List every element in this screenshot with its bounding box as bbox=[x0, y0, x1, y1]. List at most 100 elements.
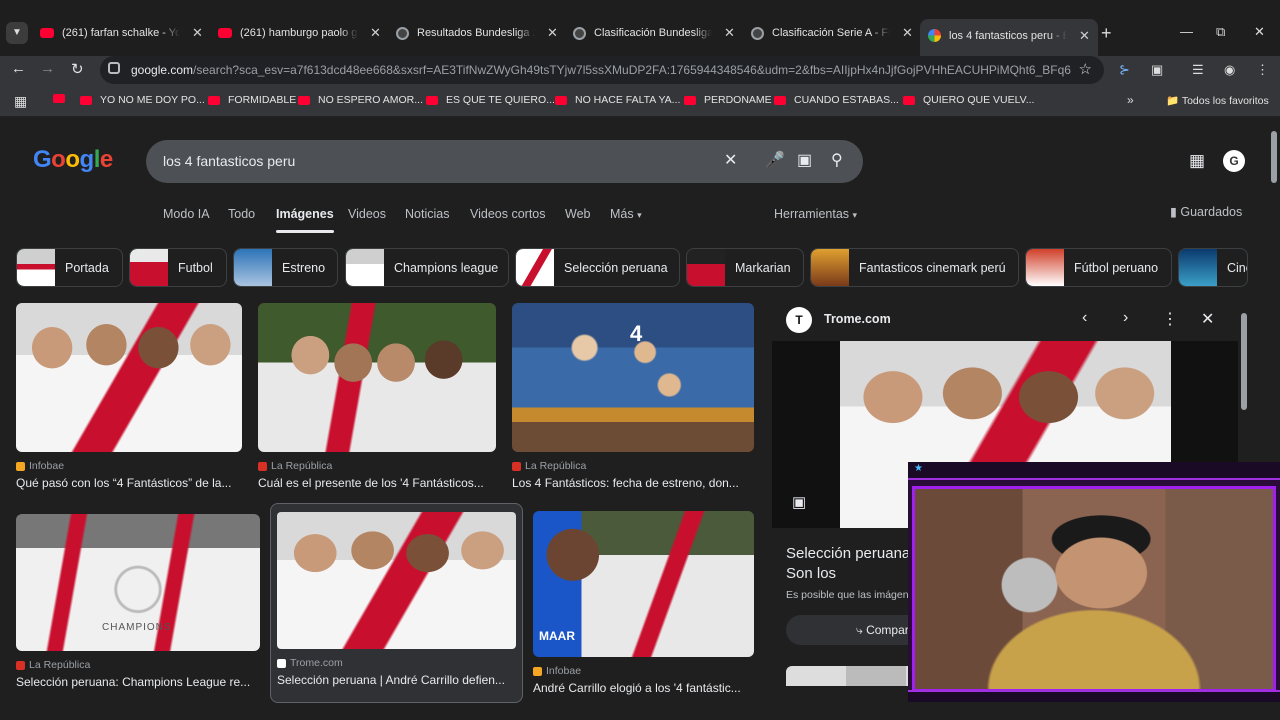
result-image[interactable] bbox=[277, 512, 516, 649]
result-caption[interactable]: André Carrillo elogió a los '4 fantástic… bbox=[533, 681, 754, 695]
page-scrollbar[interactable] bbox=[1271, 131, 1277, 183]
browser-tab[interactable]: (261) farfan schalke - YouTube ✕ bbox=[40, 22, 203, 44]
close-tab-icon[interactable]: ✕ bbox=[192, 25, 203, 41]
restore-button[interactable]: ⧉ bbox=[1216, 24, 1225, 40]
tab-videos[interactable]: Videos bbox=[348, 207, 386, 221]
result-caption[interactable]: Selección peruana | André Carrillo defie… bbox=[277, 673, 516, 687]
filter-chip[interactable]: Portada bbox=[16, 248, 123, 287]
avatar[interactable]: G bbox=[1223, 150, 1245, 172]
back-icon[interactable]: ← bbox=[11, 60, 26, 77]
tab-imagenes[interactable]: Imágenes bbox=[276, 207, 334, 233]
image-result[interactable]: MAAR Infobae André Carrillo elogió a los… bbox=[533, 511, 754, 695]
chevron-right-icon[interactable]: › bbox=[1123, 309, 1128, 327]
browser-tab-active[interactable]: los 4 fantasticos peru - Buscar ✕ bbox=[920, 19, 1098, 56]
close-icon[interactable]: ✕ bbox=[1201, 309, 1214, 329]
new-tab-button[interactable]: + bbox=[1101, 23, 1112, 44]
tab-web[interactable]: Web bbox=[565, 207, 590, 221]
result-caption[interactable]: Los 4 Fantásticos: fecha de estreno, don… bbox=[512, 476, 754, 490]
youtube-icon bbox=[426, 95, 438, 105]
reload-icon[interactable]: ↻ bbox=[71, 60, 84, 78]
close-tab-icon[interactable]: ✕ bbox=[902, 25, 913, 41]
forward-icon[interactable]: → bbox=[40, 60, 55, 77]
image-result[interactable]: Infobae Qué pasó con los “4 Fantásticos”… bbox=[16, 303, 242, 490]
google-logo[interactable]: Google bbox=[33, 146, 113, 174]
result-caption[interactable]: Qué pasó con los “4 Fantásticos” de la..… bbox=[16, 476, 242, 490]
lens-search-icon[interactable]: ▣ bbox=[792, 493, 806, 511]
bookmark-star-icon[interactable]: ☆ bbox=[1079, 60, 1092, 78]
close-tab-icon[interactable]: ✕ bbox=[724, 25, 735, 41]
search-input[interactable]: los 4 fantasticos peru bbox=[163, 153, 295, 169]
media-controls-icon[interactable]: ☰ bbox=[1192, 62, 1204, 78]
filter-chip[interactable]: Selección peruana bbox=[515, 248, 680, 287]
site-icon bbox=[396, 26, 409, 40]
menu-icon[interactable]: ⋮ bbox=[1256, 62, 1269, 78]
tab-search-button[interactable]: ▼ bbox=[6, 22, 28, 44]
search-box[interactable]: los 4 fantasticos peru ✕ 🎤 ▣ ⚲ bbox=[146, 140, 863, 183]
result-image[interactable] bbox=[258, 303, 496, 452]
result-image[interactable]: 4 bbox=[512, 303, 754, 452]
saved-button[interactable]: ▮ Guardados bbox=[1170, 204, 1242, 219]
filter-chip[interactable]: Futbol bbox=[129, 248, 227, 287]
media-icon[interactable]: ⊱ bbox=[1119, 62, 1130, 78]
image-result-selected[interactable]: Trome.com Selección peruana | André Carr… bbox=[270, 503, 523, 703]
trome-logo[interactable]: T bbox=[786, 307, 812, 333]
bookmark-item[interactable]: CUANDO ESTABAS... bbox=[774, 94, 899, 106]
filter-chip[interactable]: Cine bbox=[1178, 248, 1248, 287]
image-result[interactable]: La República Cuál es el presente de los … bbox=[258, 303, 496, 490]
result-caption[interactable]: Selección peruana: Champions League re..… bbox=[16, 675, 260, 689]
bookmark-youtube[interactable] bbox=[53, 94, 73, 103]
panel-scrollbar[interactable] bbox=[1241, 313, 1247, 410]
filter-chip[interactable]: Champions league bbox=[345, 248, 509, 287]
tab-noticias[interactable]: Noticias bbox=[405, 207, 449, 221]
all-bookmarks[interactable]: 📁 Todos los favoritos bbox=[1166, 94, 1269, 107]
bookmark-item[interactable]: NO HACE FALTA YA... bbox=[555, 94, 680, 106]
chip-thumbnail bbox=[17, 249, 55, 286]
image-result[interactable]: 4 La República Los 4 Fantásticos: fecha … bbox=[512, 303, 754, 490]
result-image[interactable]: CHAMPIONS bbox=[16, 514, 260, 651]
panel-source[interactable]: Trome.com bbox=[824, 312, 891, 326]
bookmark-item[interactable]: PERDONAME bbox=[684, 94, 772, 106]
bookmark-item[interactable]: QUIERO QUE VUELV... bbox=[903, 94, 1034, 106]
browser-tab[interactable]: Clasificación Bundesliga - Fútbol ✕ bbox=[573, 22, 735, 44]
tab-videos-cortos[interactable]: Videos cortos bbox=[470, 207, 546, 221]
browser-tab[interactable]: Clasificación Serie A - Fútbol ✕ bbox=[751, 22, 913, 44]
url-text[interactable]: google.com/search?sca_esv=a7f613dcd48ee6… bbox=[131, 63, 1071, 77]
address-bar[interactable]: google.com/search?sca_esv=a7f613dcd48ee6… bbox=[100, 56, 1104, 84]
close-tab-icon[interactable]: ✕ bbox=[1079, 28, 1090, 44]
browser-tab[interactable]: Resultados Bundesliga 2025 ✕ bbox=[396, 22, 558, 44]
result-caption[interactable]: Cuál es el presente de los '4 Fantástico… bbox=[258, 476, 496, 490]
image-result[interactable]: CHAMPIONS La República Selección peruana… bbox=[16, 514, 260, 689]
filter-chip[interactable]: Estreno bbox=[233, 248, 338, 287]
chevron-left-icon[interactable]: ‹ bbox=[1082, 309, 1087, 327]
search-icon[interactable]: ⚲ bbox=[831, 150, 843, 170]
apps-grid-icon[interactable]: ▦ bbox=[14, 93, 27, 110]
bookmark-item[interactable]: FORMIDABLE bbox=[208, 94, 296, 106]
extensions-icon[interactable]: ▣ bbox=[1151, 62, 1163, 78]
google-apps-icon[interactable]: ▦ bbox=[1189, 151, 1205, 171]
clear-icon[interactable]: ✕ bbox=[724, 150, 737, 170]
tab-modo-ia[interactable]: Modo IA bbox=[163, 207, 210, 221]
result-image[interactable]: MAAR bbox=[533, 511, 754, 657]
bookmark-item[interactable]: ES QUE TE QUIERO... bbox=[426, 94, 555, 106]
bookmark-item[interactable]: NO ESPERO AMOR... bbox=[298, 94, 423, 106]
profile-icon[interactable]: ◉ bbox=[1224, 62, 1235, 78]
tools-button[interactable]: Herramientas ▾ bbox=[774, 207, 857, 221]
microphone-icon[interactable]: 🎤 bbox=[765, 150, 785, 170]
tab-todo[interactable]: Todo bbox=[228, 207, 255, 221]
browser-tab[interactable]: (261) hamburgo paolo guerrero ✕ bbox=[218, 22, 381, 44]
filter-chip[interactable]: Fútbol peruano bbox=[1025, 248, 1172, 287]
close-tab-icon[interactable]: ✕ bbox=[547, 25, 558, 41]
site-info-icon[interactable] bbox=[108, 62, 120, 74]
close-tab-icon[interactable]: ✕ bbox=[370, 25, 381, 41]
close-window-button[interactable]: ✕ bbox=[1254, 24, 1265, 40]
more-options-icon[interactable]: ⋮ bbox=[1162, 309, 1178, 329]
tab-mas[interactable]: Más ▾ bbox=[610, 207, 642, 221]
result-image[interactable] bbox=[16, 303, 242, 452]
bookmark-item[interactable]: YO NO ME DOY PO... bbox=[80, 94, 205, 106]
filter-chip[interactable]: Fantasticos cinemark perú bbox=[810, 248, 1019, 287]
chevron-right-icon[interactable]: » bbox=[1127, 93, 1134, 107]
lens-icon[interactable]: ▣ bbox=[797, 150, 812, 170]
filter-chip[interactable]: Markarian bbox=[686, 248, 804, 287]
minimize-button[interactable]: — bbox=[1180, 24, 1193, 39]
chip-thumbnail bbox=[687, 249, 725, 286]
